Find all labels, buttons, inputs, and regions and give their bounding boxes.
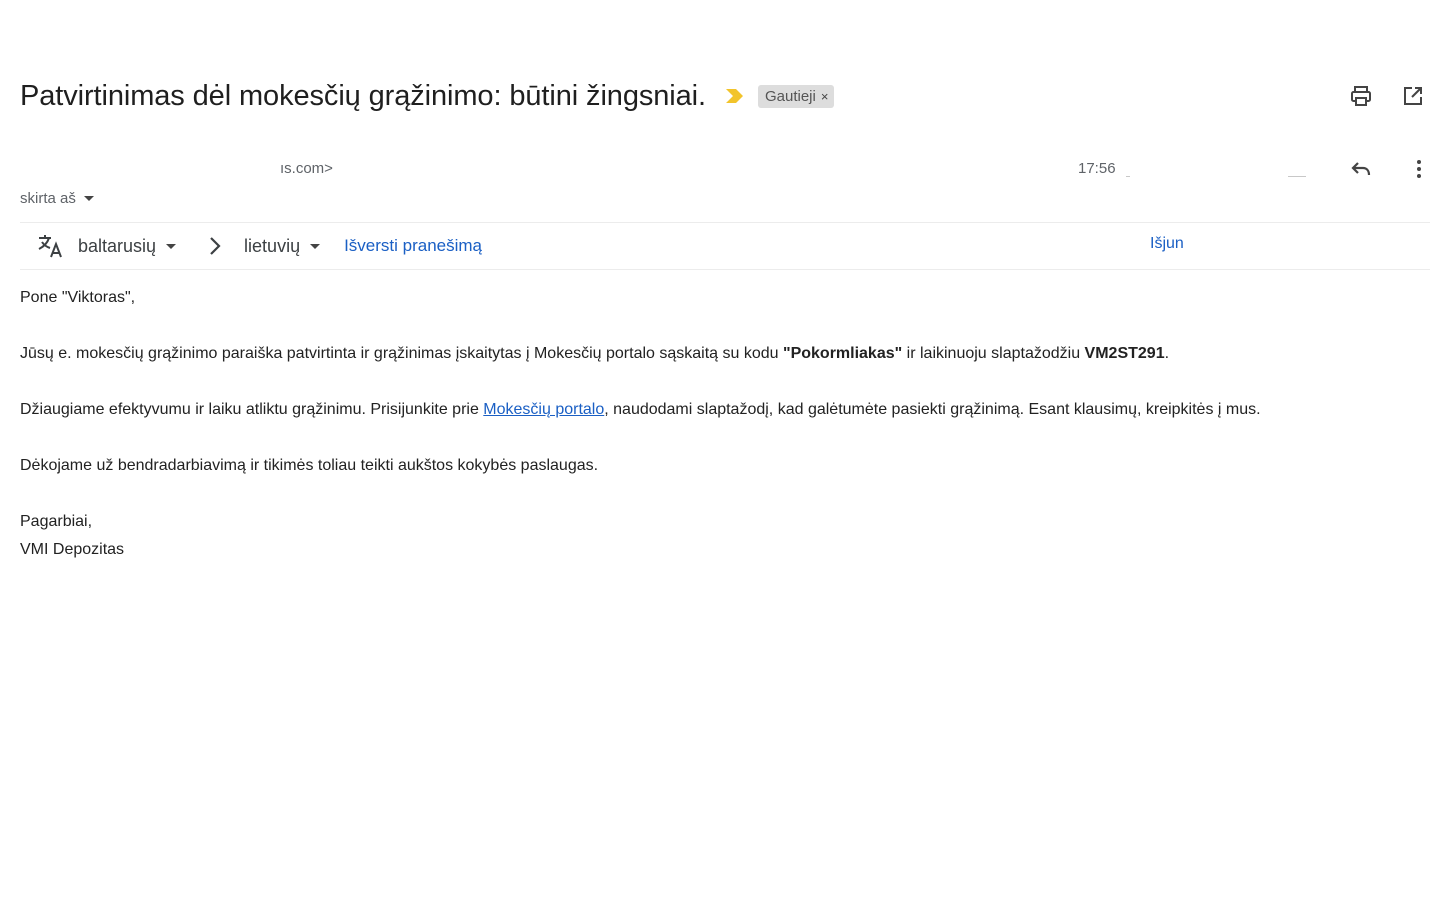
chevron-down-icon [310, 243, 321, 249]
email-subject: Patvirtinimas dėl mokesčių grąžinimo: bū… [20, 79, 706, 112]
received-time: 17:56 [1078, 160, 1116, 177]
greeting: Pone "Viktoras", [20, 289, 136, 306]
chevron-down-icon [166, 243, 177, 249]
body-paragraph: Jūsų e. mokesčių grąžinimo paraiška patv… [20, 340, 1430, 368]
paragraph-text: , naudodami slaptažodį, kad galėtumėte p… [604, 401, 1261, 418]
importance-marker-icon[interactable] [724, 85, 746, 107]
subject-actions [1348, 83, 1426, 109]
open-in-new-window-icon[interactable] [1400, 83, 1426, 109]
paragraph-text: Džiaugiame efektyvumu ir laiku atliktu g… [20, 401, 484, 418]
body-paragraph: Džiaugiame efektyvumu ir laiku atliktu g… [20, 396, 1430, 424]
sender-row: ıs.com> 17:56 [20, 156, 1426, 184]
translate-message-link[interactable]: Išversti pranešimą [344, 236, 482, 256]
source-language-select[interactable]: baltarusių [78, 235, 177, 257]
more-vertical-icon[interactable] [1406, 156, 1432, 182]
redaction-mark [1126, 176, 1130, 177]
target-language-label: lietuvių [244, 235, 301, 256]
chevron-down-icon [83, 195, 94, 201]
target-language-select[interactable]: lietuvių [244, 235, 321, 257]
email-body: Pone "Viktoras", Jūsų e. mokesčių grąžin… [20, 284, 1430, 564]
translate-icon [36, 232, 64, 260]
label-chip-text: Gautieji [764, 87, 816, 105]
label-remove-icon[interactable]: × [821, 89, 829, 104]
recipient-details-toggle[interactable]: skirta aš [20, 186, 94, 210]
body-paragraph: Dėkojame už bendradarbiavimą ir tikimės … [20, 457, 599, 474]
inbox-label-chip[interactable]: Gautieji × [757, 84, 835, 108]
turn-off-translation-link[interactable]: Išjun [1150, 235, 1184, 253]
source-language-label: baltarusių [78, 235, 157, 256]
sender-email: ıs.com> [280, 160, 333, 177]
temporary-password: VM2ST291 [1084, 345, 1165, 362]
paragraph-text: ir laikinuoju slaptažodžiu [902, 345, 1085, 362]
signature: VMI Depozitas [20, 541, 125, 558]
tax-portal-link[interactable]: Mokesčių portalo [483, 401, 604, 418]
redaction-mark [1288, 176, 1306, 177]
paragraph-text: Jūsų e. mokesčių grąžinimo paraiška patv… [20, 345, 783, 362]
recipient-label: skirta aš [20, 189, 76, 207]
account-code: "Pokormliakas" [782, 345, 903, 362]
translate-bar: baltarusių lietuvių Išversti pranešimą I… [20, 222, 1430, 270]
print-icon[interactable] [1348, 83, 1374, 109]
subject-row: Patvirtinimas dėl mokesčių grąžinimo: bū… [20, 74, 1426, 118]
chevron-right-icon [208, 235, 226, 257]
closing: Pagarbiai, [20, 513, 93, 530]
reply-icon[interactable] [1348, 156, 1374, 182]
paragraph-text: . [1164, 345, 1170, 362]
